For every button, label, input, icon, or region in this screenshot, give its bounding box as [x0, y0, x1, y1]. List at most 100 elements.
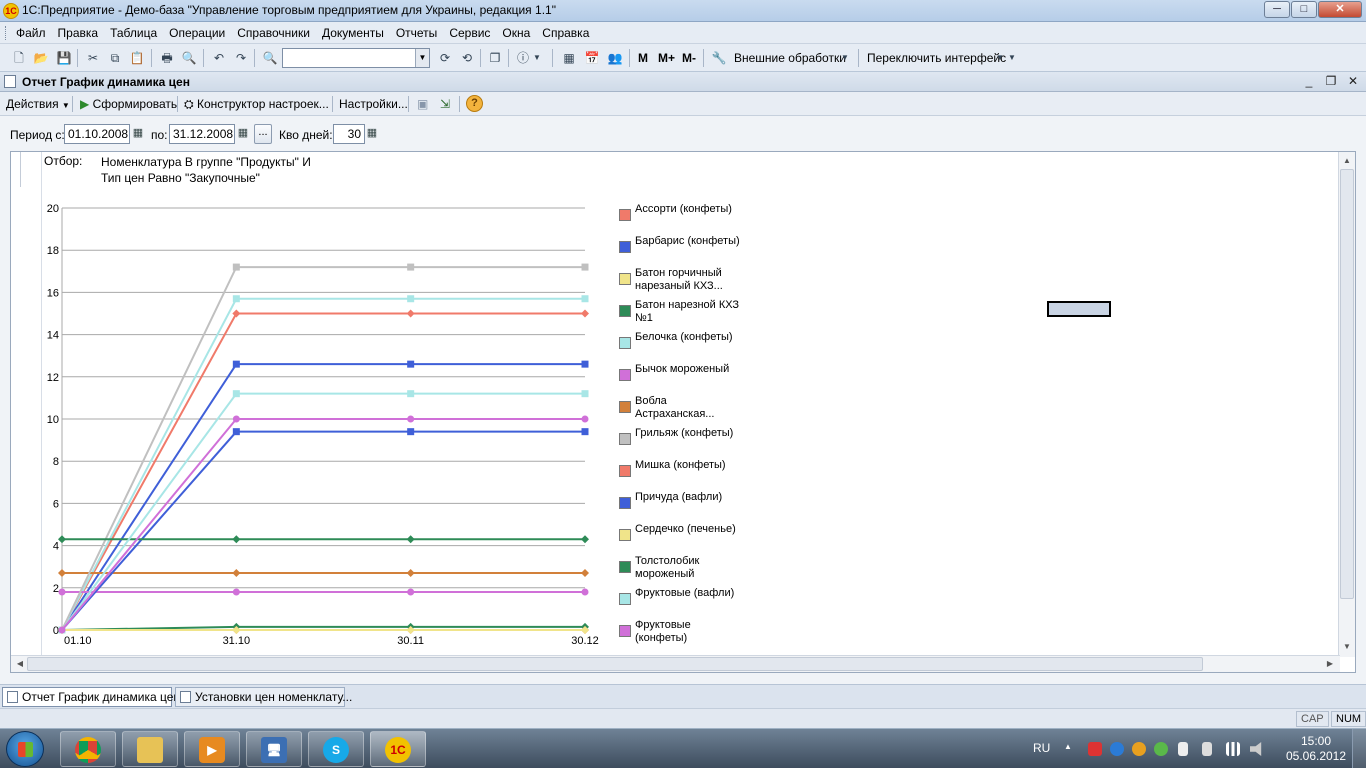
clock[interactable]: 15:00 05.06.2012 — [1284, 734, 1348, 764]
period-from-calendar-icon[interactable]: ▦ — [130, 124, 146, 144]
settings-constructor-button[interactable]: ⛭ Конструктор настроек... — [184, 97, 329, 112]
calculator-icon[interactable]: ▦ — [560, 49, 578, 67]
y-tick-label: 16 — [47, 287, 59, 299]
menu-item[interactable]: Файл — [16, 26, 46, 40]
horizontal-scrollbar[interactable]: ◀ ▶ — [11, 655, 1340, 672]
volume-icon[interactable] — [1250, 742, 1262, 756]
open-folder-icon[interactable]: 📂 — [32, 49, 50, 67]
memory-plus-button[interactable]: M+ — [658, 51, 675, 65]
taskbar-media-player[interactable]: ▶ — [184, 731, 240, 767]
days-count-field[interactable]: 30 — [333, 124, 365, 144]
external-processing-button[interactable]: Внешние обработки — [734, 51, 846, 65]
data-point — [407, 295, 415, 303]
export-icon[interactable]: ⇲ — [440, 97, 450, 111]
data-point — [58, 569, 66, 578]
period-select-button[interactable]: ... — [254, 124, 272, 144]
actions-menu[interactable]: Действия ▼ — [6, 97, 70, 111]
vertical-scrollbar[interactable]: ▲ ▼ — [1338, 152, 1355, 657]
menu-item[interactable]: Правка — [58, 26, 99, 40]
window-tabs: Отчет График динамика цен Установки цен … — [0, 684, 1366, 708]
redo-icon[interactable]: ↷ — [232, 49, 250, 67]
memory-minus-button[interactable]: M- — [682, 51, 696, 65]
language-indicator[interactable]: RU — [1033, 741, 1050, 755]
period-to-field[interactable]: 31.12.2008 — [169, 124, 235, 144]
data-point — [581, 295, 589, 303]
maximize-button[interactable]: □ — [1291, 1, 1317, 18]
tab-report[interactable]: Отчет График динамика цен — [2, 687, 180, 707]
print-preview-icon[interactable]: 🔍 — [180, 49, 198, 67]
menu-item[interactable]: Сервис — [449, 26, 490, 40]
switch-interface-button[interactable]: Переключить интерфейс — [867, 51, 1006, 65]
minimize-button[interactable]: ─ — [1264, 1, 1290, 18]
scroll-down-icon[interactable]: ▼ — [1341, 640, 1353, 654]
generate-button[interactable]: ▶ Сформировать — [80, 97, 177, 111]
menu-item[interactable]: Отчеты — [396, 26, 437, 40]
tools-icon[interactable]: 🔧 — [710, 49, 728, 67]
period-to-calendar-icon[interactable]: ▦ — [235, 124, 251, 144]
tray-check-icon[interactable] — [1154, 742, 1168, 756]
selected-cell[interactable] — [1047, 301, 1111, 317]
taskbar-explorer[interactable] — [122, 731, 178, 767]
num-lock-indicator: NUM — [1331, 711, 1366, 727]
users-icon[interactable]: 👥 — [606, 49, 624, 67]
menu-item[interactable]: Документы — [322, 26, 384, 40]
taskbar-skype[interactable]: S — [308, 731, 364, 767]
toolbar-overflow-icon[interactable]: ▼ — [1007, 49, 1017, 67]
signal-icon[interactable] — [1226, 742, 1240, 756]
show-desktop-button[interactable] — [1352, 729, 1366, 768]
battery-icon[interactable] — [1202, 742, 1212, 756]
action-center-flag-icon[interactable] — [1178, 742, 1188, 756]
settings-button[interactable]: Настройки... — [339, 97, 408, 111]
print-icon[interactable]: 🖶 — [158, 49, 176, 67]
start-button[interactable] — [6, 731, 44, 767]
data-point — [581, 535, 589, 544]
memory-m-button[interactable]: M — [638, 51, 648, 65]
menu-item[interactable]: Окна — [502, 26, 530, 40]
find-icon[interactable]: 🔍 — [261, 49, 279, 67]
days-count-calculator-icon[interactable]: ▦ — [364, 124, 380, 144]
calendar-icon[interactable]: 📅 — [583, 49, 601, 67]
tray-expand-icon[interactable]: ▲ — [1064, 742, 1072, 756]
info-icon[interactable]: ⓘ — [514, 49, 532, 67]
search-input[interactable]: ▼ — [282, 48, 430, 68]
taskbar-1c[interactable]: 1С — [370, 731, 426, 767]
menu-item[interactable]: Таблица — [110, 26, 157, 40]
switch-interface-dropdown-icon[interactable]: ▼ — [995, 49, 1005, 67]
copy-icon[interactable]: ⧉ — [106, 49, 124, 67]
save-icon[interactable]: 💾 — [55, 49, 73, 67]
tray-network-app-icon[interactable] — [1110, 742, 1124, 756]
scroll-left-icon[interactable]: ◀ — [13, 658, 27, 670]
scroll-right-icon[interactable]: ▶ — [1323, 658, 1337, 670]
taskbar-chrome[interactable] — [60, 731, 116, 767]
undo-icon[interactable]: ↶ — [210, 49, 228, 67]
report-minimize-button[interactable]: _ — [1302, 74, 1316, 88]
menu-item[interactable]: Операции — [169, 26, 225, 40]
find-previous-icon[interactable]: ⟲ — [458, 49, 476, 67]
legend-item: Мишка (конфеты) — [617, 459, 747, 489]
windows-icon[interactable]: ❐ — [486, 49, 504, 67]
data-point — [407, 390, 415, 398]
paste-icon[interactable]: 📋 — [128, 49, 146, 67]
menu-item[interactable]: Справка — [542, 26, 589, 40]
period-to-label: по: — [151, 128, 168, 142]
report-restore-button[interactable]: ❐ — [1324, 74, 1338, 88]
taskbar-remote-desktop[interactable]: 🖥 — [246, 731, 302, 767]
info-dropdown-icon[interactable]: ▼ — [532, 49, 542, 67]
period-from-field[interactable]: 01.10.2008 — [64, 124, 130, 144]
search-dropdown-icon[interactable]: ▼ — [415, 49, 429, 67]
new-document-icon[interactable]: 🗋 — [10, 49, 28, 67]
cut-icon[interactable]: ✂ — [84, 49, 102, 67]
report-close-button[interactable]: ✕ — [1346, 74, 1360, 88]
help-icon[interactable]: ? — [466, 95, 483, 112]
find-next-icon[interactable]: ⟳ — [436, 49, 454, 67]
external-processing-dropdown-icon[interactable]: ▼ — [840, 49, 850, 67]
tab-price-settings[interactable]: Установки цен номенклату... — [175, 687, 352, 707]
menu-item[interactable]: Справочники — [237, 26, 310, 40]
horizontal-scroll-thumb[interactable] — [27, 657, 1203, 671]
vertical-scroll-thumb[interactable] — [1340, 169, 1354, 599]
tray-app-icon[interactable] — [1088, 742, 1102, 756]
scroll-up-icon[interactable]: ▲ — [1341, 154, 1353, 168]
close-button[interactable]: ✕ — [1318, 1, 1362, 18]
actions-dropdown-icon: ▼ — [61, 101, 70, 110]
tray-update-icon[interactable] — [1132, 742, 1146, 756]
